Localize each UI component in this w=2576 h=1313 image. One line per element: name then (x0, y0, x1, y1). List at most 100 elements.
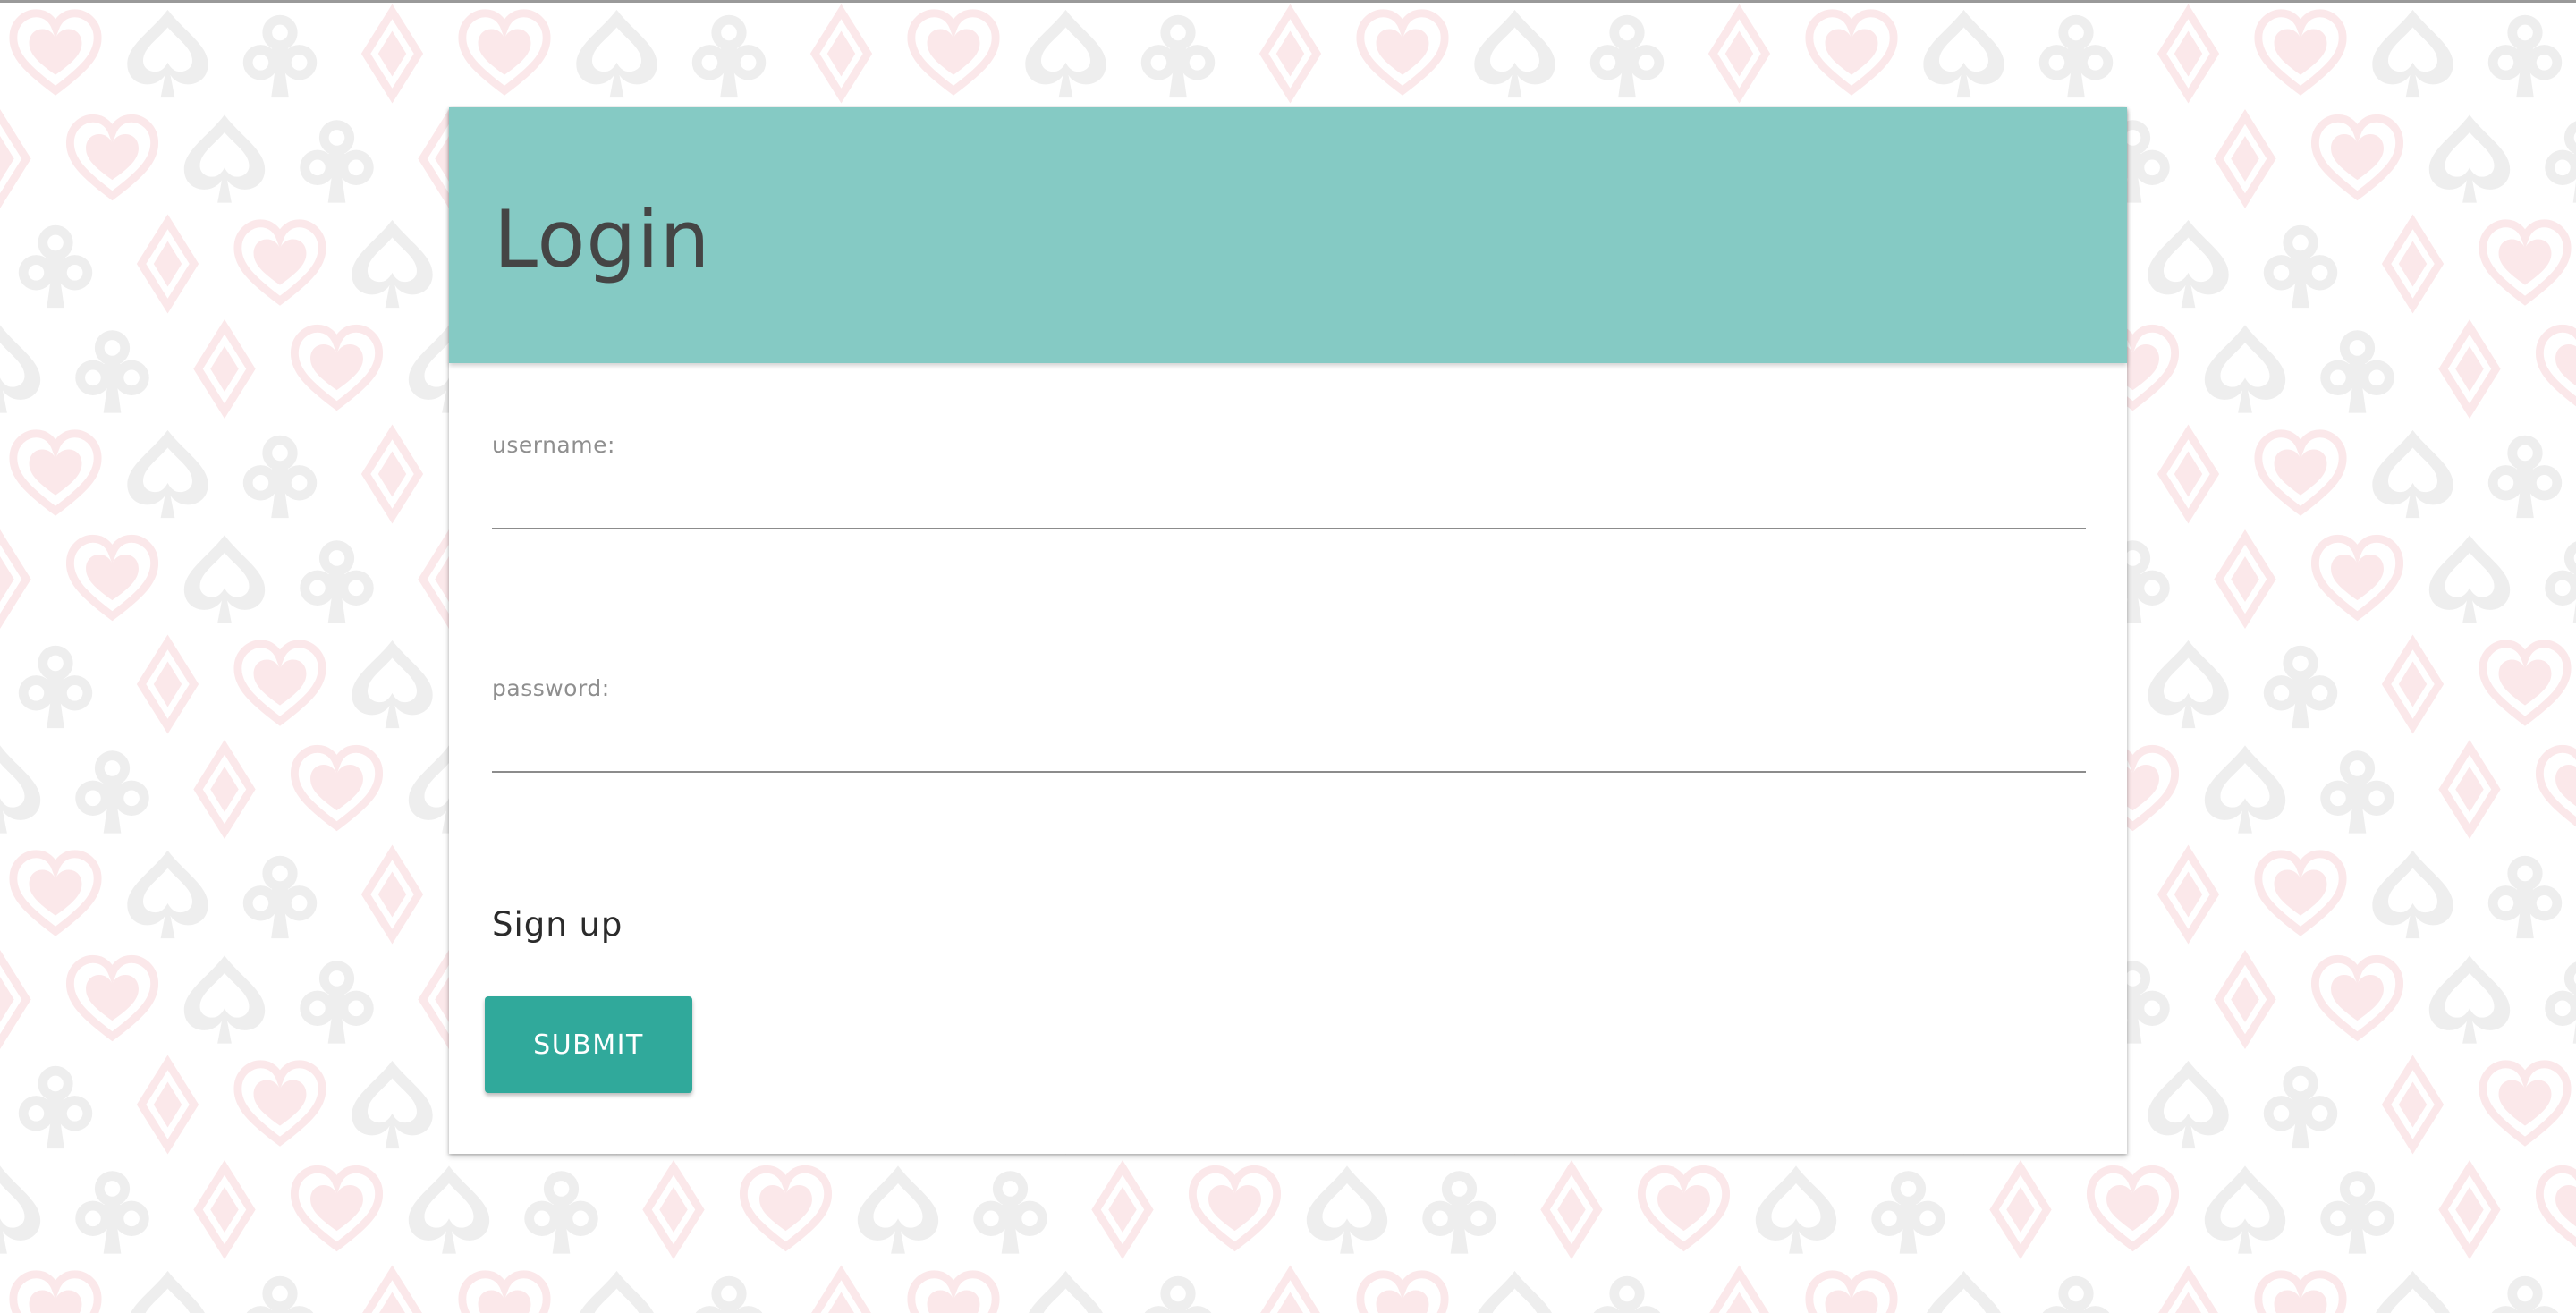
pattern-club-icon (2038, 1275, 2114, 1313)
pattern-heart-icon (462, 1275, 547, 1313)
pattern-club-icon (18, 224, 93, 309)
pattern-heart-icon (2315, 959, 2399, 1036)
pattern-heart-icon (462, 13, 547, 90)
pattern-club-icon (242, 14, 318, 98)
pattern-diamond-icon (2219, 537, 2272, 621)
pattern-diamond-icon (366, 852, 419, 936)
pattern-club-icon (2487, 435, 2563, 519)
pattern-heart-icon (2258, 13, 2343, 90)
pattern-club-icon (75, 1171, 149, 1254)
pattern-heart-icon (911, 1275, 996, 1313)
pattern-spade-icon (2148, 640, 2229, 729)
pattern-diamond-icon (2386, 1063, 2439, 1147)
pattern-diamond-icon (366, 432, 419, 516)
pattern-club-icon (2263, 1065, 2338, 1149)
window-top-border (0, 0, 2576, 3)
pattern-diamond-icon (815, 12, 868, 96)
pattern-spade-icon (2204, 325, 2286, 413)
pattern-spade-icon (1923, 9, 2004, 98)
pattern-heart-icon (2258, 854, 2343, 931)
pattern-club-icon (2545, 120, 2576, 203)
pattern-heart-icon (238, 224, 322, 301)
page-title: Login (494, 193, 711, 285)
pattern-spade-icon (127, 1270, 208, 1313)
password-input[interactable] (492, 705, 2086, 773)
username-label: username: (492, 432, 615, 458)
pattern-diamond-icon (1546, 1167, 1598, 1251)
pattern-spade-icon (0, 745, 41, 834)
pattern-club-icon (75, 750, 149, 834)
submit-button[interactable]: SUBMIT (485, 996, 692, 1093)
pattern-heart-icon (13, 854, 97, 931)
pattern-diamond-icon (2444, 1167, 2496, 1251)
pattern-club-icon (524, 1171, 598, 1254)
pattern-diamond-icon (2162, 852, 2215, 936)
pattern-heart-icon (1360, 13, 1445, 90)
pattern-spade-icon (0, 1165, 41, 1254)
pattern-diamond-icon (366, 1273, 419, 1313)
sign-up-link[interactable]: Sign up (492, 900, 623, 950)
pattern-diamond-icon (1995, 1167, 2047, 1251)
pattern-club-icon (2263, 645, 2338, 729)
pattern-club-icon (691, 1275, 767, 1313)
pattern-club-icon (2320, 1171, 2394, 1254)
pattern-heart-icon (2483, 1064, 2567, 1141)
pattern-diamond-icon (1264, 12, 1317, 96)
pattern-club-icon (300, 961, 374, 1044)
pattern-spade-icon (183, 114, 266, 203)
pattern-spade-icon (1923, 1270, 2004, 1313)
pattern-heart-icon (2483, 224, 2567, 301)
pattern-diamond-icon (2444, 747, 2496, 831)
pattern-spade-icon (2148, 219, 2229, 309)
pattern-diamond-icon (199, 1167, 251, 1251)
password-label: password: (492, 675, 610, 701)
pattern-heart-icon (2315, 118, 2399, 195)
pattern-diamond-icon (2386, 642, 2439, 726)
pattern-club-icon (300, 120, 374, 203)
pattern-spade-icon (0, 325, 41, 413)
pattern-heart-icon (2258, 1275, 2343, 1313)
pattern-spade-icon (2428, 114, 2511, 203)
pattern-diamond-icon (2386, 222, 2439, 306)
pattern-club-icon (1589, 1275, 1665, 1313)
pattern-spade-icon (183, 535, 266, 623)
pattern-spade-icon (2204, 1165, 2286, 1254)
pattern-diamond-icon (199, 747, 251, 831)
pattern-spade-icon (2428, 535, 2511, 623)
pattern-diamond-icon (2162, 432, 2215, 516)
pattern-spade-icon (127, 429, 208, 519)
pattern-diamond-icon (1264, 1273, 1317, 1313)
pattern-club-icon (1140, 1275, 1216, 1313)
pattern-spade-icon (2372, 1270, 2453, 1313)
pattern-heart-icon (2539, 328, 2576, 405)
pattern-heart-icon (2539, 749, 2576, 826)
pattern-diamond-icon (0, 116, 26, 200)
pattern-heart-icon (1809, 1275, 1894, 1313)
pattern-spade-icon (857, 1165, 939, 1254)
pattern-heart-icon (1360, 1275, 1445, 1313)
pattern-spade-icon (1025, 1270, 1106, 1313)
pattern-spade-icon (2428, 955, 2511, 1044)
pattern-diamond-icon (1097, 1167, 1149, 1251)
pattern-club-icon (1589, 14, 1665, 98)
pattern-club-icon (973, 1171, 1047, 1254)
pattern-spade-icon (576, 1270, 657, 1313)
pattern-diamond-icon (0, 957, 26, 1041)
pattern-diamond-icon (815, 1273, 868, 1313)
pattern-club-icon (1140, 14, 1216, 98)
pattern-diamond-icon (366, 12, 419, 96)
pattern-diamond-icon (199, 326, 251, 411)
pattern-spade-icon (127, 9, 208, 98)
pattern-club-icon (2545, 961, 2576, 1044)
pattern-heart-icon (294, 328, 378, 405)
pattern-heart-icon (13, 13, 97, 90)
pattern-diamond-icon (2444, 326, 2496, 411)
pattern-diamond-icon (141, 222, 194, 306)
pattern-club-icon (2487, 1275, 2563, 1313)
pattern-diamond-icon (2219, 957, 2272, 1041)
pattern-spade-icon (1025, 9, 1106, 98)
pattern-diamond-icon (141, 1063, 194, 1147)
pattern-club-icon (2320, 330, 2394, 413)
username-input[interactable] (492, 462, 2086, 529)
pattern-spade-icon (183, 955, 266, 1044)
